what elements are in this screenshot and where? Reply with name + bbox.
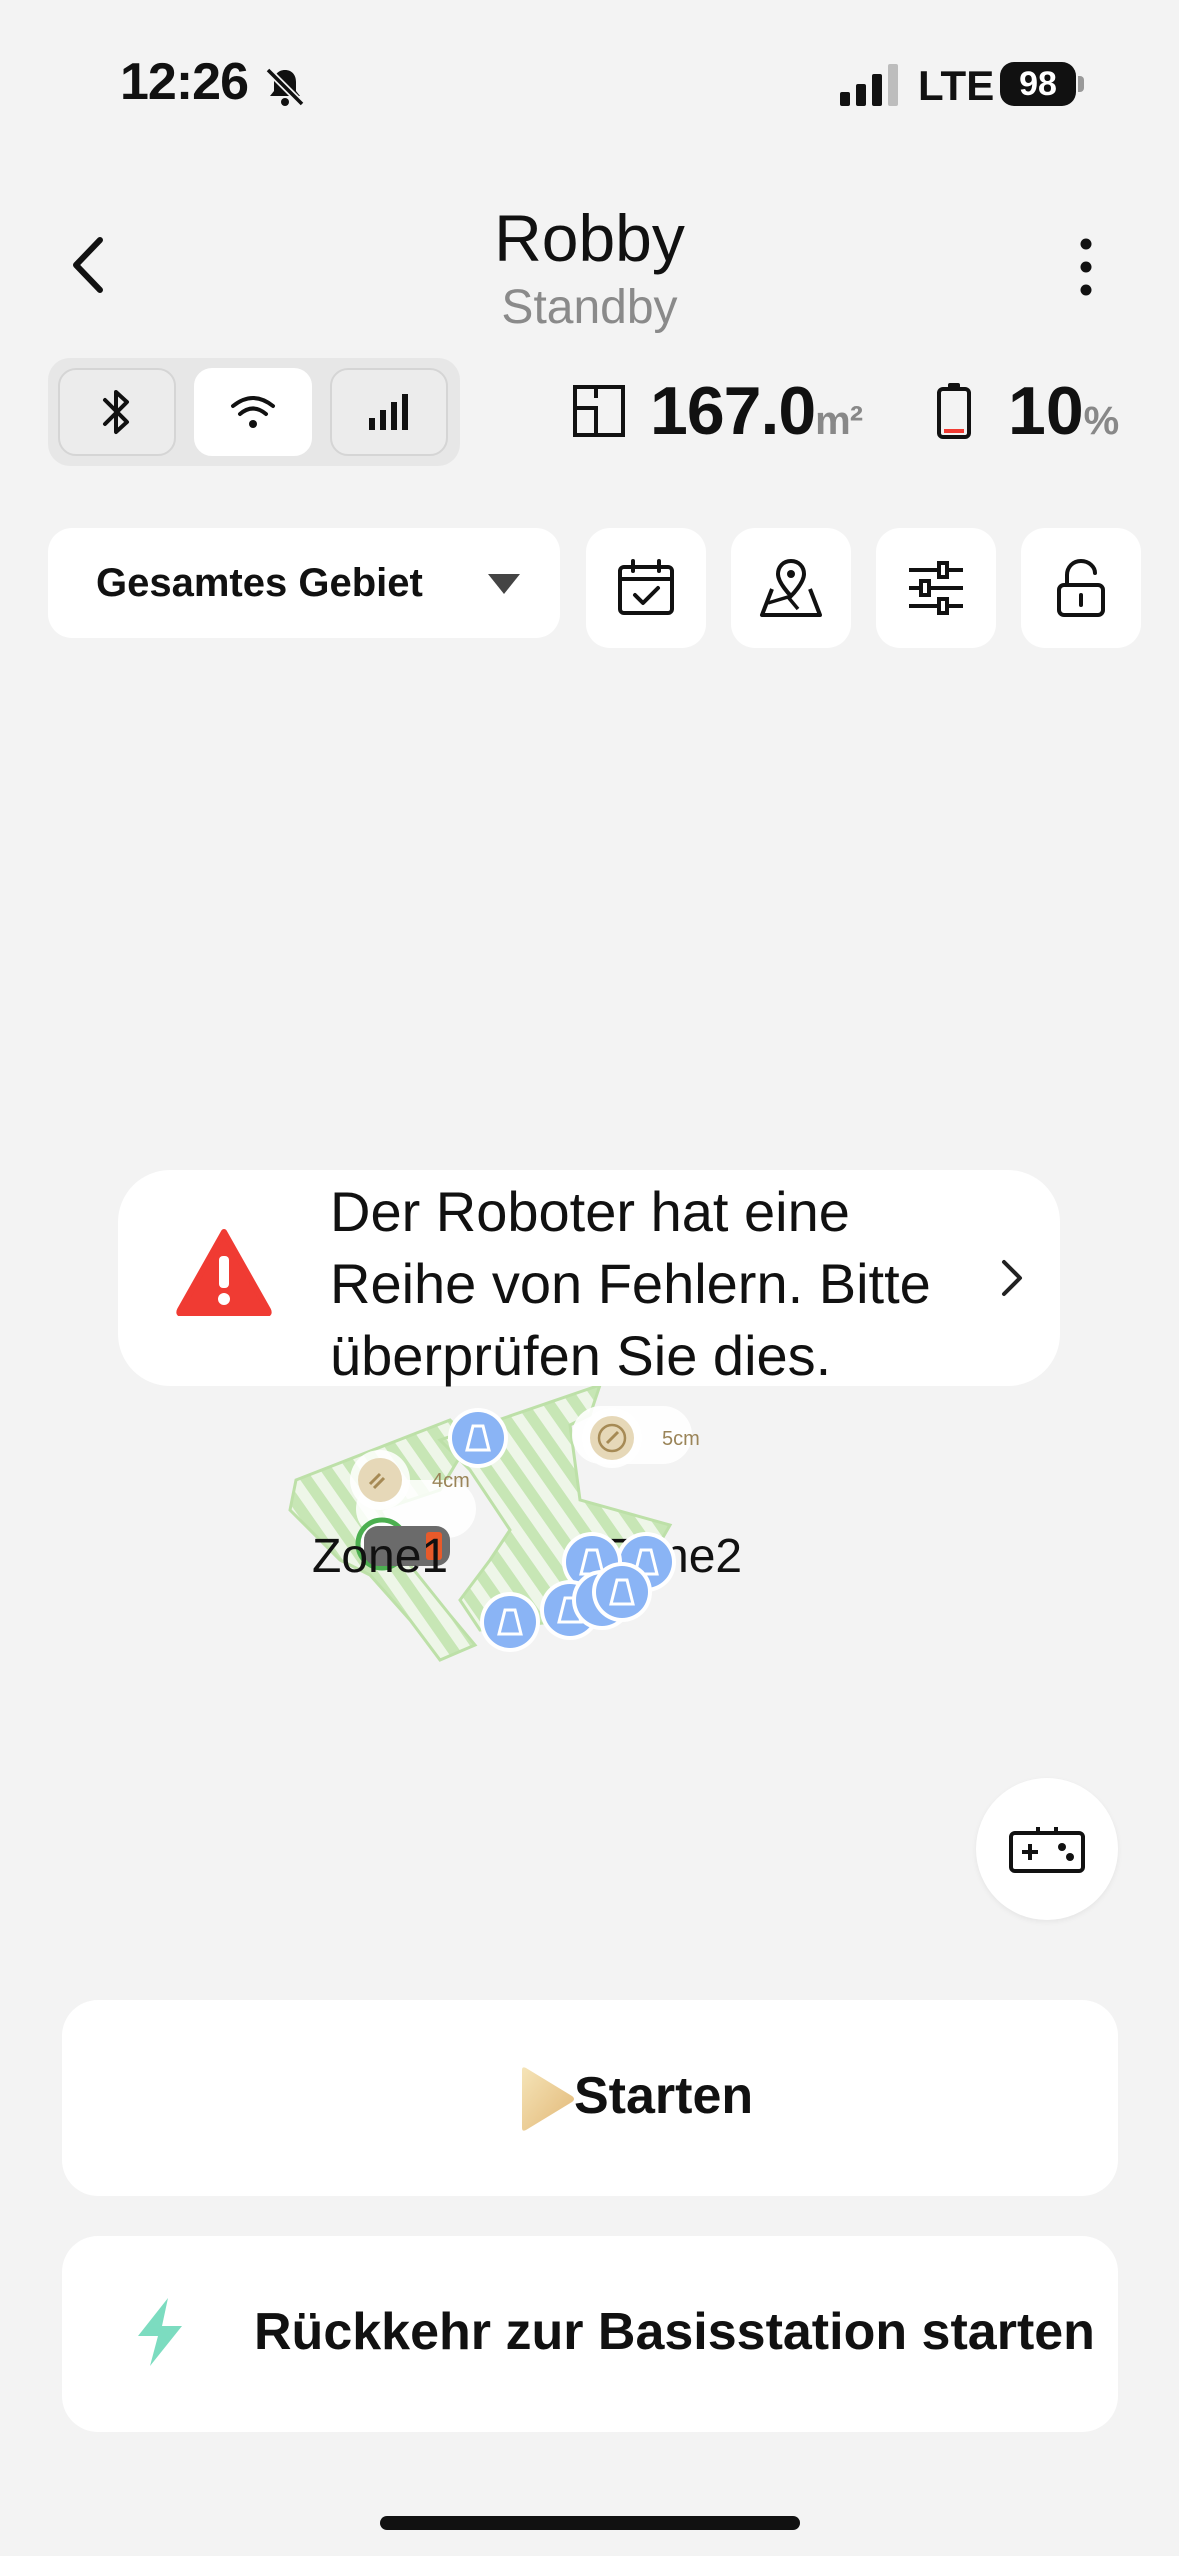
obstacle-marker[interactable] <box>480 1592 540 1652</box>
network-type: LTE <box>918 62 995 109</box>
map-button[interactable] <box>731 528 851 648</box>
chevron-down-icon <box>488 574 520 594</box>
error-message: Der Roboter hat eine Reihe von Fehlern. … <box>330 1180 931 1387</box>
chevron-right-icon <box>1002 1260 1022 1296</box>
bell-slash-icon <box>265 67 305 107</box>
page-title: Robby <box>494 201 685 275</box>
robot-battery-icon <box>937 383 971 439</box>
battery-icon: 98 <box>1000 62 1084 106</box>
robot-battery: 10% <box>1008 372 1119 450</box>
speed-badge-label: 4cm <box>432 1470 470 1492</box>
battery-unit: % <box>1083 399 1120 443</box>
return-to-base-button[interactable]: Rückkehr zur Basisstation starten <box>62 2236 1118 2432</box>
mowed-area: 167.0m² <box>650 372 863 450</box>
area-unit: m² <box>815 399 863 443</box>
warning-icon <box>176 1229 272 1316</box>
sliders-icon <box>909 561 963 615</box>
schedule-button[interactable] <box>586 528 706 648</box>
obstacle-marker[interactable] <box>448 1408 508 1468</box>
zone-1-label: Zone1 <box>312 1530 448 1583</box>
area-dropdown[interactable]: Gesamtes Gebiet <box>48 528 560 638</box>
status-time: 12:26 <box>120 53 249 111</box>
start-button[interactable]: Starten <box>62 2000 1118 2196</box>
wifi-icon <box>231 396 275 428</box>
device-status: Standby <box>501 281 678 334</box>
lock-button[interactable] <box>1021 528 1141 648</box>
play-icon <box>522 2067 574 2131</box>
bluetooth-icon <box>103 390 129 434</box>
remote-control-button[interactable] <box>976 1778 1118 1920</box>
battery-value: 10 <box>1008 373 1084 449</box>
return-to-base-label: Rückkehr zur Basisstation starten <box>254 2303 1095 2361</box>
signal-icon <box>840 64 898 106</box>
gamepad-icon <box>1009 1827 1085 1873</box>
unlock-icon <box>1057 558 1105 617</box>
height-badge-label: 5cm <box>662 1428 700 1450</box>
cellular-icon <box>369 394 408 430</box>
more-icon[interactable] <box>1060 236 1112 298</box>
map-pin-icon <box>760 558 822 617</box>
lightning-icon <box>138 2298 182 2366</box>
wifi-button[interactable] <box>194 368 312 456</box>
connectivity-selector <box>48 358 460 466</box>
area-value: 167.0 <box>650 373 816 449</box>
calendar-check-icon <box>618 559 674 615</box>
error-banner[interactable]: Der Roboter hat eine Reihe von Fehlern. … <box>118 1170 1060 1387</box>
area-dropdown-label: Gesamtes Gebiet <box>96 560 423 605</box>
obstacle-marker[interactable] <box>592 1562 652 1622</box>
area-icon <box>573 385 625 437</box>
home-indicator[interactable] <box>380 2516 800 2530</box>
start-button-label: Starten <box>574 2067 754 2125</box>
lawn-map[interactable]: 4cm 5cm Zone1 Zone2 <box>270 1360 790 1760</box>
battery-percent: 98 <box>1000 62 1076 106</box>
bluetooth-button[interactable] <box>58 368 176 456</box>
cellular-button[interactable] <box>330 368 448 456</box>
settings-button[interactable] <box>876 528 996 648</box>
